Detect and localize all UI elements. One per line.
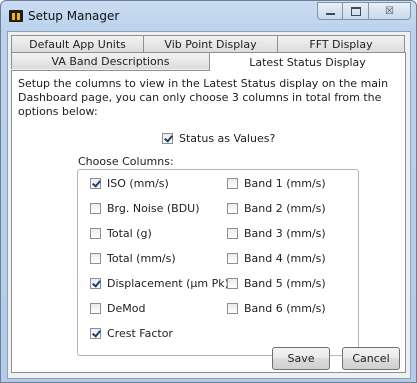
option-iso[interactable]: ISO (mm/s) (90, 177, 169, 190)
checkbox-box[interactable] (90, 253, 101, 264)
checkbox-label: Crest Factor (107, 327, 173, 340)
checkbox-label: Displacement (µm Pk) (107, 277, 229, 290)
option-crest-factor[interactable]: Crest Factor (90, 327, 173, 340)
checkbox-label: Band 1 (mm/s) (244, 177, 326, 190)
latest-status-panel: Setup the columns to view in the Latest … (11, 70, 406, 373)
cancel-label: Cancel (352, 352, 390, 365)
tab-latest-status-display[interactable]: Latest Status Display (209, 52, 406, 71)
option-brg-noise[interactable]: Brg. Noise (BDU) (90, 202, 200, 215)
checkbox-box[interactable] (90, 228, 101, 239)
minimize-icon (325, 12, 335, 15)
checkbox-label: DeMod (107, 302, 146, 315)
title-bar[interactable]: Setup Manager ☒ (1, 1, 416, 31)
option-band-3[interactable]: Band 3 (mm/s) (227, 227, 326, 240)
checkbox-box[interactable] (227, 278, 238, 289)
maximize-button[interactable] (343, 2, 369, 20)
cancel-button[interactable]: Cancel (342, 347, 400, 370)
option-total-mms[interactable]: Total (mm/s) (90, 252, 176, 265)
checkbox-label: Band 3 (mm/s) (244, 227, 326, 240)
checkbox-box[interactable] (227, 178, 238, 189)
tab-fft-display[interactable]: FFT Display (277, 35, 405, 52)
checkbox-box[interactable] (227, 253, 238, 264)
option-displacement[interactable]: Displacement (µm Pk) (90, 277, 229, 290)
window-title: Setup Manager (28, 9, 120, 23)
tab-label: VA Band Descriptions (51, 54, 170, 68)
tab-label: Default App Units (29, 37, 126, 51)
checkbox-box[interactable] (90, 303, 101, 314)
option-band-4[interactable]: Band 4 (mm/s) (227, 252, 326, 265)
panel-description: Setup the columns to view in the Latest … (18, 77, 389, 118)
app-logo-icon (9, 10, 23, 22)
checkbox-label: Band 4 (mm/s) (244, 252, 326, 265)
checkbox-box[interactable] (90, 328, 101, 339)
close-button[interactable]: ☒ (369, 2, 411, 20)
tab-row-back: Default App Units Vib Point Display FFT … (11, 35, 405, 53)
option-demod[interactable]: DeMod (90, 302, 145, 315)
checkbox-label: Status as Values? (179, 132, 276, 145)
group-title: Choose Columns: (78, 155, 174, 168)
checkbox-box[interactable] (90, 178, 101, 189)
checkbox-label: ISO (mm/s) (107, 177, 169, 190)
checkbox-box[interactable] (90, 278, 101, 289)
option-band-5[interactable]: Band 5 (mm/s) (227, 277, 326, 290)
checkbox-box[interactable] (90, 203, 101, 214)
checkbox-label: Band 5 (mm/s) (244, 277, 326, 290)
save-button[interactable]: Save (272, 347, 330, 370)
close-icon: ☒ (385, 5, 394, 17)
tab-label: Vib Point Display (164, 37, 257, 51)
checkbox-box[interactable] (227, 303, 238, 314)
checkbox-label: Brg. Noise (BDU) (107, 202, 200, 215)
option-total-g[interactable]: Total (g) (90, 227, 152, 240)
option-band-2[interactable]: Band 2 (mm/s) (227, 202, 326, 215)
tab-label: FFT Display (309, 37, 373, 51)
caption-buttons: ☒ (317, 2, 411, 21)
checkbox-label: Total (g) (107, 227, 152, 240)
minimize-button[interactable] (317, 2, 343, 20)
tab-vib-point-display[interactable]: Vib Point Display (143, 35, 278, 52)
checkbox-box[interactable] (162, 133, 173, 144)
checkbox-label: Band 2 (mm/s) (244, 202, 326, 215)
setup-manager-window: Setup Manager ☒ Default App Units Vib Po… (0, 0, 417, 383)
tab-row-front: VA Band Descriptions Latest Status Displ… (11, 52, 406, 71)
checkbox-label: Band 6 (mm/s) (244, 302, 326, 315)
checkbox-box[interactable] (227, 203, 238, 214)
tab-default-app-units[interactable]: Default App Units (11, 35, 144, 52)
option-band-6[interactable]: Band 6 (mm/s) (227, 302, 326, 315)
status-as-values-checkbox[interactable]: Status as Values? (162, 132, 275, 145)
tab-label: Latest Status Display (249, 55, 366, 69)
maximize-icon (350, 6, 361, 16)
option-band-1[interactable]: Band 1 (mm/s) (227, 177, 326, 190)
tab-va-band-descriptions[interactable]: VA Band Descriptions (11, 52, 210, 69)
dialog-client-area: Default App Units Vib Point Display FFT … (7, 31, 411, 379)
checkbox-label: Total (mm/s) (107, 252, 176, 265)
save-label: Save (287, 352, 315, 365)
checkbox-box[interactable] (227, 228, 238, 239)
